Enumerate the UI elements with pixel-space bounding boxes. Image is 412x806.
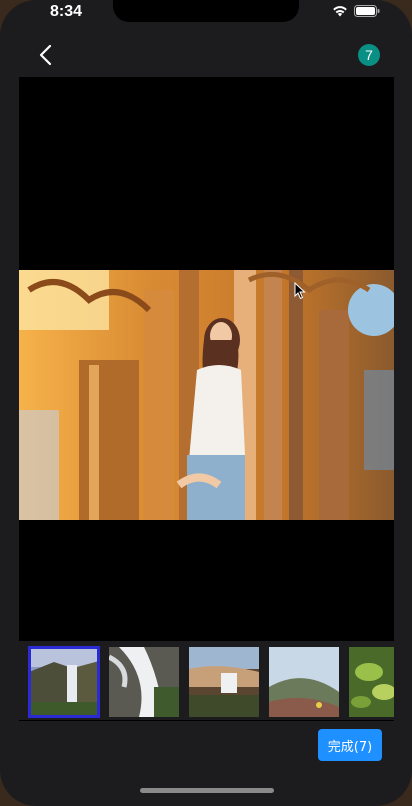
- thumbnail-image: [109, 647, 179, 717]
- notch: [113, 0, 299, 22]
- thumbnail-1[interactable]: [28, 646, 100, 718]
- home-indicator[interactable]: [140, 788, 274, 793]
- photo-preview[interactable]: [19, 77, 394, 641]
- phone-screen: 8:34 7 完成(7): [0, 0, 412, 806]
- preview-photo: [19, 270, 394, 520]
- wifi-icon: [333, 6, 347, 17]
- battery-icon: [354, 5, 380, 17]
- thumbnail-image: [269, 647, 339, 717]
- status-bar: 8:34: [0, 0, 412, 26]
- thumbnail-image: [189, 647, 259, 717]
- thumbnail-5[interactable]: [349, 647, 394, 717]
- thumbnail-4[interactable]: [269, 647, 339, 717]
- status-icons: [332, 5, 380, 17]
- done-button[interactable]: 完成(7): [318, 729, 382, 761]
- selected-count-badge: 7: [358, 44, 380, 66]
- nav-bar: 7: [0, 36, 412, 76]
- thumbnail-image: [29, 647, 99, 717]
- thumbnail-2[interactable]: [109, 647, 179, 717]
- thumbnail-3[interactable]: [189, 647, 259, 717]
- chevron-left-icon: [39, 44, 52, 66]
- mouse-pointer-icon: [294, 282, 306, 300]
- back-button[interactable]: [30, 40, 60, 70]
- thumbnail-strip[interactable]: [19, 641, 394, 721]
- thumbnail-image: [349, 647, 394, 717]
- status-time: 8:34: [50, 3, 83, 20]
